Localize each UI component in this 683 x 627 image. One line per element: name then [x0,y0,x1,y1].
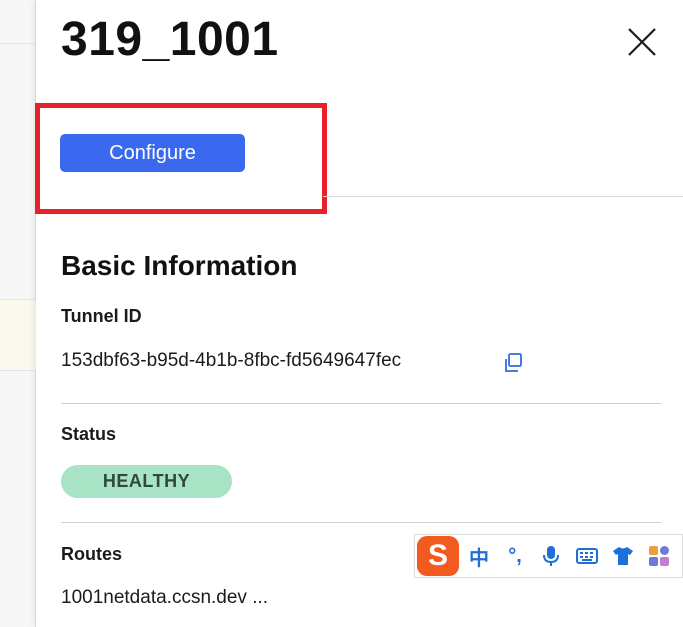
copy-icon[interactable] [502,352,524,374]
apps-grid-icon[interactable] [641,534,677,578]
ime-punctuation-toggle[interactable]: °, [497,534,533,578]
ime-toolbar: S 中 °, [414,534,683,578]
tunnel-id-value: 153dbf63-b95d-4b1b-8fbc-fd5649647fec [61,350,402,371]
section-divider [61,403,661,404]
ime-logo-text: S [417,536,459,576]
routes-label: Routes [61,544,123,564]
keyboard-icon[interactable] [569,534,605,578]
status-badge: HEALTHY [61,465,232,498]
background-row-band [0,299,36,371]
section-heading: Basic Information [61,250,298,281]
routes-value: 1001netdata.ccsn.dev ... [61,587,269,608]
header-divider [323,196,683,197]
shirt-icon[interactable] [605,534,641,578]
ime-mode-toggle[interactable]: 中 [461,534,497,578]
panel-title: 319_1001 [61,13,279,66]
tunnel-id-label: Tunnel ID [61,306,142,326]
background-divider [0,43,36,44]
details-panel: 319_1001 Configure Basic Information Tun… [35,0,683,627]
sogou-logo-icon[interactable]: S [415,534,461,578]
background-page-strip [0,0,36,627]
close-icon[interactable] [626,26,658,58]
status-label: Status [61,424,117,444]
section-divider [61,522,661,523]
configure-button[interactable]: Configure [60,134,245,172]
microphone-icon[interactable] [533,534,569,578]
